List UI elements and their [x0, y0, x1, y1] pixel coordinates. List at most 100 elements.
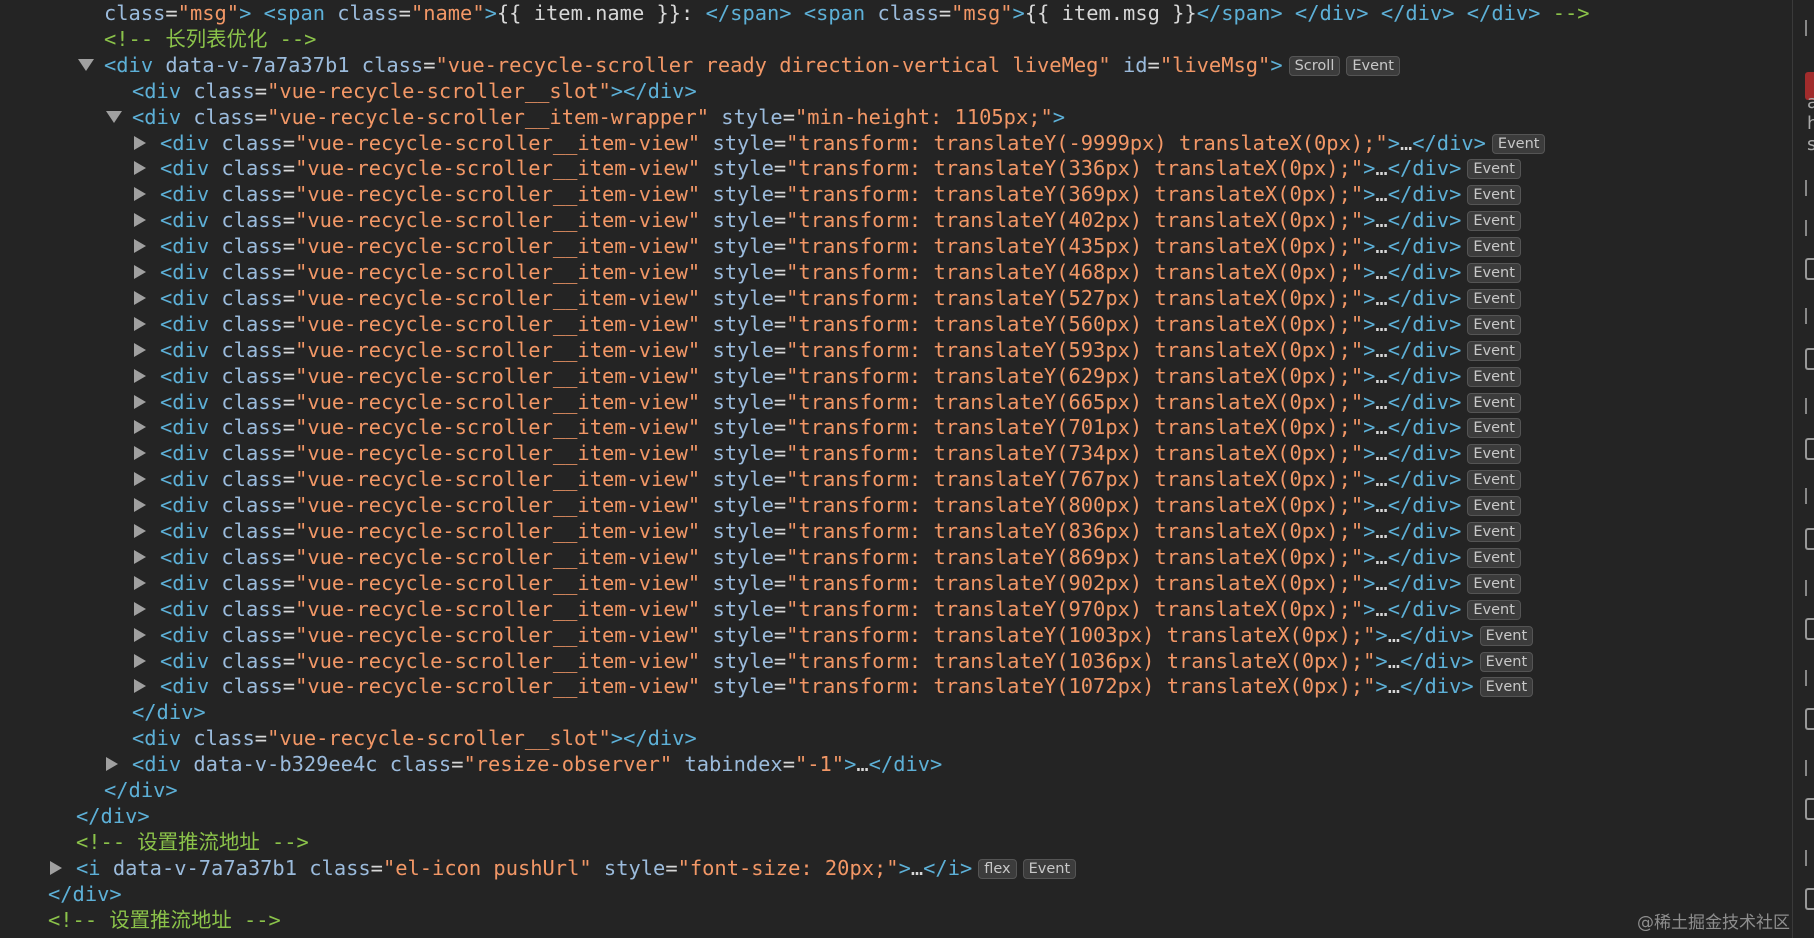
- event-badge[interactable]: Event: [1467, 366, 1521, 387]
- collapse-triangle-icon[interactable]: [134, 575, 146, 590]
- collapse-triangle-icon[interactable]: [134, 446, 146, 461]
- tag-token: </span> </div> </div> </div>: [1196, 1, 1553, 25]
- attr-value-token: "vue-recycle-scroller__item-view": [295, 570, 701, 595]
- collapse-triangle-icon[interactable]: [134, 161, 146, 176]
- collapse-triangle-icon[interactable]: [134, 601, 146, 616]
- event-badge[interactable]: Event: [1467, 263, 1521, 283]
- collapse-triangle-icon[interactable]: [134, 213, 146, 228]
- expand-triangle-icon[interactable]: [78, 58, 94, 71]
- event-badge[interactable]: Event: [1022, 858, 1077, 879]
- collapse-triangle-icon[interactable]: [134, 135, 146, 150]
- tag-token: </div>: [1387, 311, 1462, 336]
- attr-value-token: "vue-recycle-scroller__item-view": [295, 467, 701, 492]
- checkbox-icon[interactable]: [1805, 798, 1814, 820]
- collapse-triangle-icon[interactable]: [134, 239, 146, 254]
- attr-name-token: class: [221, 130, 283, 155]
- event-badge[interactable]: Event: [1467, 314, 1521, 335]
- expand-triangle-icon[interactable]: [106, 110, 122, 123]
- event-badge[interactable]: Event: [1467, 547, 1521, 568]
- tag-token: >: [844, 752, 857, 777]
- event-badge[interactable]: Event: [1467, 392, 1521, 413]
- tag-token: >: [1387, 130, 1400, 155]
- event-badge[interactable]: Event: [1479, 651, 1534, 672]
- tag-token: >: [1052, 104, 1066, 129]
- collapse-triangle-icon[interactable]: [134, 653, 146, 668]
- attr-value-token: "transform: translateY(970px) translateX…: [786, 596, 1364, 621]
- scroll-badge[interactable]: Scroll: [1288, 55, 1341, 76]
- checkbox-icon[interactable]: [1805, 708, 1814, 730]
- collapse-triangle-icon[interactable]: [134, 679, 146, 694]
- tag-token: <div: [160, 415, 222, 440]
- text-token: …: [1375, 311, 1388, 336]
- collapse-triangle-icon[interactable]: [134, 368, 146, 383]
- attr-name-token: style: [591, 855, 666, 880]
- checkbox-icon[interactable]: [1805, 528, 1814, 550]
- attr-value-token: "transform: translateY(800px) translateX…: [786, 493, 1364, 518]
- tag-token: </div>: [1387, 467, 1462, 492]
- attr-name-token: style: [700, 130, 774, 155]
- event-badge[interactable]: Event: [1467, 444, 1521, 465]
- node-markup: </div>: [48, 881, 122, 907]
- collapse-triangle-icon[interactable]: [134, 316, 146, 331]
- tag-token: <div: [160, 311, 222, 336]
- node-markup: <div data-v-7a7a37b1 class="vue-recycle-…: [104, 52, 1400, 78]
- attr-name-token: style: [700, 441, 774, 466]
- event-badge[interactable]: Event: [1467, 418, 1521, 439]
- attr-name-token: class: [221, 674, 283, 699]
- event-badge[interactable]: Event: [1467, 496, 1521, 517]
- event-badge[interactable]: Event: [1467, 599, 1521, 620]
- collapse-triangle-icon[interactable]: [106, 757, 118, 772]
- tag-token: <div: [132, 752, 194, 777]
- collapse-triangle-icon[interactable]: [134, 342, 146, 357]
- collapse-triangle-icon[interactable]: [134, 498, 146, 513]
- collapse-triangle-icon[interactable]: [134, 290, 146, 305]
- collapse-triangle-icon[interactable]: [50, 860, 62, 875]
- collapse-triangle-icon[interactable]: [134, 265, 146, 279]
- tag-token: <div: [160, 493, 222, 518]
- flex-badge[interactable]: flex: [978, 858, 1017, 879]
- checkbox-icon[interactable]: [1805, 258, 1814, 280]
- checkbox-icon[interactable]: [1805, 348, 1814, 370]
- attr-name-token: style: [700, 260, 774, 284]
- node-markup: <div class="vue-recycle-scroller__item-v…: [160, 207, 1521, 233]
- event-badge[interactable]: Event: [1467, 237, 1521, 258]
- collapse-triangle-icon[interactable]: [134, 524, 146, 538]
- event-badge[interactable]: Event: [1467, 522, 1521, 542]
- event-badge[interactable]: Event: [1467, 185, 1521, 206]
- tag-token: <div: [160, 130, 222, 155]
- tag-token: <div: [132, 104, 194, 129]
- checkbox-icon[interactable]: [1805, 888, 1814, 910]
- event-badge[interactable]: Event: [1467, 159, 1521, 180]
- collapse-triangle-icon[interactable]: [134, 627, 146, 642]
- text-token: =: [370, 855, 383, 880]
- node-markup: <div data-v-b329ee4c class="resize-obser…: [132, 751, 942, 777]
- checkbox-icon[interactable]: [1805, 618, 1814, 640]
- tag-token: <div: [160, 363, 222, 388]
- text-token: =: [773, 441, 787, 466]
- text-token: =: [451, 752, 464, 777]
- collapse-triangle-icon[interactable]: [134, 394, 146, 409]
- event-badge[interactable]: Event: [1346, 55, 1400, 76]
- collapse-triangle-icon[interactable]: [134, 472, 146, 487]
- tag-token: </i>: [923, 855, 973, 880]
- checkbox-icon[interactable]: [1805, 438, 1814, 460]
- event-badge[interactable]: Event: [1467, 288, 1521, 309]
- tag-token: </div>: [1412, 130, 1486, 155]
- collapse-triangle-icon[interactable]: [134, 420, 146, 435]
- attr-name-token: style: [700, 234, 774, 259]
- event-badge[interactable]: Event: [1491, 133, 1546, 154]
- tag-token: </div>: [1387, 544, 1462, 569]
- collapse-triangle-icon[interactable]: [134, 549, 146, 564]
- collapse-triangle-icon[interactable]: [134, 187, 146, 202]
- tag-token: >: [1363, 441, 1376, 466]
- node-markup: <div class="vue-recycle-scroller__item-v…: [160, 259, 1521, 285]
- event-badge[interactable]: Event: [1479, 625, 1534, 646]
- tag-token: >: [1375, 622, 1388, 647]
- event-badge[interactable]: Event: [1467, 470, 1521, 491]
- text-token: =: [282, 648, 296, 673]
- event-badge[interactable]: Event: [1467, 340, 1521, 361]
- event-badge[interactable]: Event: [1467, 211, 1521, 232]
- event-badge[interactable]: Event: [1467, 573, 1521, 594]
- tag-token: <div: [104, 52, 166, 77]
- event-badge[interactable]: Event: [1479, 677, 1534, 698]
